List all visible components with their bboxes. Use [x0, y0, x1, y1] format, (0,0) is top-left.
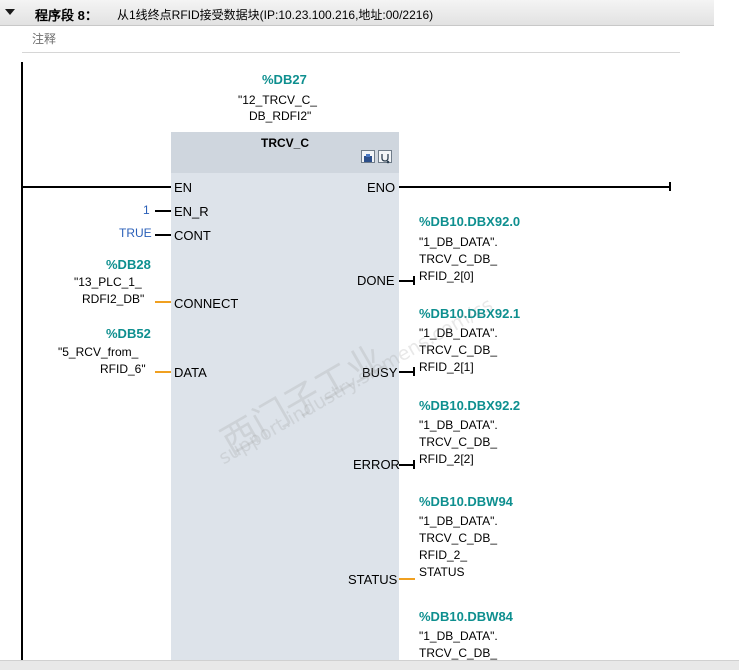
block-diagnostics-icon[interactable] — [378, 150, 392, 164]
pin-en-r[interactable]: EN_R — [174, 204, 209, 219]
pin-en[interactable]: EN — [174, 180, 192, 195]
status-name-line2[interactable]: TRCV_C_DB_ — [419, 531, 497, 545]
network-description[interactable]: 从1线终点RFID接受数据块(IP:10.23.100.216,地址:00/22… — [117, 6, 433, 23]
status-name-line1[interactable]: "1_DB_DATA". — [419, 514, 498, 528]
en-r-wire — [155, 210, 171, 212]
error-wire-end — [413, 460, 415, 469]
data-address[interactable]: %DB52 — [106, 326, 151, 341]
pin-cont[interactable]: CONT — [174, 228, 211, 243]
pin-connect[interactable]: CONNECT — [174, 296, 238, 311]
status-name-line3[interactable]: RFID_2_ — [419, 548, 467, 562]
cont-wire — [155, 234, 171, 236]
data-name-line2[interactable]: RFID_6" — [100, 362, 146, 376]
eno-line-end — [669, 182, 671, 191]
block-info-icon[interactable] — [361, 150, 375, 163]
pin-status[interactable]: STATUS — [348, 572, 397, 587]
network-comment[interactable]: 注释 — [32, 30, 56, 47]
error-name-line2[interactable]: TRCV_C_DB_ — [419, 435, 497, 449]
eno-connection-line — [399, 186, 671, 188]
busy-name-line3[interactable]: RFID_2[1] — [419, 360, 474, 374]
done-name-line2[interactable]: TRCV_C_DB_ — [419, 252, 497, 266]
next-output-name-line2[interactable]: TRCV_C_DB_ — [419, 646, 497, 660]
connect-wire — [155, 301, 171, 303]
network-title[interactable]: 程序段 8： — [35, 5, 98, 24]
pin-done[interactable]: DONE — [357, 273, 395, 288]
data-wire — [155, 371, 171, 373]
status-wire — [399, 578, 415, 580]
connect-name-line1[interactable]: "13_PLC_1_ — [74, 275, 142, 289]
next-output-address[interactable]: %DB10.DBW84 — [419, 609, 513, 624]
connect-address[interactable]: %DB28 — [106, 257, 151, 272]
done-wire-end — [413, 276, 415, 285]
power-rail — [21, 62, 23, 669]
collapse-arrow-icon[interactable] — [5, 9, 15, 15]
next-output-name-line1[interactable]: "1_DB_DATA". — [419, 629, 498, 643]
error-address[interactable]: %DB10.DBX92.2 — [419, 398, 520, 413]
status-name-line4[interactable]: STATUS — [419, 565, 465, 579]
done-name-line1[interactable]: "1_DB_DATA". — [419, 235, 498, 249]
instance-db-name-line2[interactable]: DB_RDFI2" — [249, 109, 311, 123]
done-address[interactable]: %DB10.DBX92.0 — [419, 214, 520, 229]
en-connection-line — [23, 186, 171, 188]
error-name-line3[interactable]: RFID_2[2] — [419, 452, 474, 466]
en-r-value[interactable]: 1 — [143, 203, 150, 217]
status-address[interactable]: %DB10.DBW94 — [419, 494, 513, 509]
pin-eno[interactable]: ENO — [367, 180, 395, 195]
pin-error[interactable]: ERROR — [353, 457, 400, 472]
instance-db-name-line1[interactable]: "12_TRCV_C_ — [238, 93, 317, 107]
comment-divider — [22, 52, 680, 53]
done-name-line3[interactable]: RFID_2[0] — [419, 269, 474, 283]
connect-name-line2[interactable]: RDFI2_DB" — [82, 292, 144, 306]
cont-value[interactable]: TRUE — [119, 226, 152, 240]
instance-db-address[interactable]: %DB27 — [262, 72, 307, 87]
pin-data[interactable]: DATA — [174, 365, 207, 380]
busy-wire-end — [413, 367, 415, 376]
function-block-name[interactable]: TRCV_C — [171, 136, 399, 150]
error-name-line1[interactable]: "1_DB_DATA". — [419, 418, 498, 432]
data-name-line1[interactable]: "5_RCV_from_ — [58, 345, 138, 359]
